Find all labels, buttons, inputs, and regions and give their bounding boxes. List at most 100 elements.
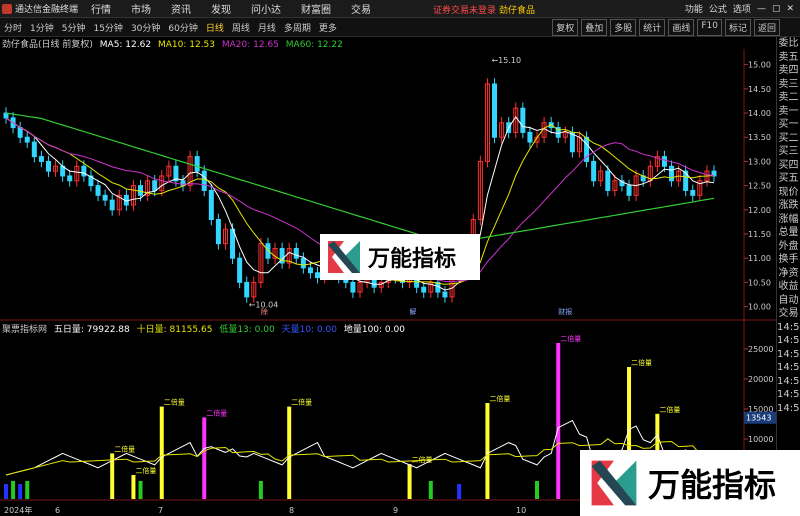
stats-button[interactable]: 统计 (639, 19, 666, 36)
app-title: 通达信金融终端 (15, 5, 79, 15)
volume-tick-label: 25000 (748, 345, 773, 354)
maximize-icon[interactable]: ▢ (772, 4, 781, 14)
period-tab[interactable]: 5分钟 (58, 21, 90, 34)
menu-trade[interactable]: 交易 (341, 1, 381, 16)
candle-body (81, 165, 87, 177)
current-volume-label: 13543 (746, 414, 771, 423)
price-tick-label: 14.00 (748, 109, 771, 118)
candle-body (31, 141, 37, 158)
draw-button[interactable]: 画线 (668, 19, 695, 36)
period-tab[interactable]: 更多 (315, 21, 341, 34)
watermark-center: 万能指标 (320, 234, 480, 280)
volume-tick-label: 20000 (748, 375, 773, 384)
volume-bar (428, 481, 433, 499)
side-label: 14:58 (777, 402, 800, 414)
back-button[interactable]: 返回 (753, 19, 780, 36)
candle-body (605, 170, 611, 191)
volume-bar (457, 484, 462, 499)
side-label: 外盘 (778, 240, 799, 252)
menu-function[interactable]: 功能 (685, 2, 703, 15)
event-label: 除 (261, 307, 268, 316)
candle-body (152, 180, 158, 191)
title-bar: 通达信金融终端 行情 市场 资讯 发现 问小达 财富圈 交易 证券交易未登录 劲… (0, 0, 800, 18)
price-tick-label: 12.50 (748, 182, 771, 191)
price-tick-label: 14.50 (748, 85, 771, 94)
candle-body (237, 257, 243, 283)
volume-bar (4, 484, 8, 499)
watermark-logo-icon (328, 241, 360, 273)
period-tab-active[interactable]: 日线 (202, 21, 228, 34)
f10-button[interactable]: F10 (697, 19, 722, 36)
side-label: 14:56 (777, 348, 800, 360)
app-logo-icon (2, 3, 12, 14)
period-tab[interactable]: 月线 (254, 21, 280, 34)
side-label: 买三 (778, 146, 799, 157)
watermark-corner: 万能指标 (580, 450, 800, 516)
side-label: 14:56 (777, 321, 800, 333)
candle-body (67, 175, 73, 182)
candle-body (661, 156, 667, 167)
adjust-button[interactable]: 复权 (552, 19, 579, 36)
menu-formula[interactable]: 公式 (709, 2, 727, 15)
period-tab[interactable]: 分时 (0, 21, 26, 34)
period-tab[interactable]: 周线 (228, 21, 254, 34)
indicator-name: 聚票指标网 (2, 325, 48, 335)
ten-day-volume: 十日量: 81155.65 (136, 325, 213, 335)
side-label: 14:57 (777, 375, 800, 387)
candle-body (17, 127, 23, 138)
menu-discover[interactable]: 发现 (201, 1, 241, 16)
volume-bar (287, 406, 292, 499)
close-icon[interactable]: ✕ (786, 4, 794, 14)
double-volume-label: 二倍量 (164, 398, 185, 407)
volume-bar (138, 481, 143, 499)
top-menu: 行情 市场 资讯 发现 问小达 财富圈 交易 (81, 1, 381, 16)
side-label: 换手 (778, 254, 799, 265)
period-tab[interactable]: 30分钟 (127, 21, 164, 34)
candle-body (690, 189, 696, 196)
candle-body (138, 185, 144, 196)
volume-bar (18, 484, 23, 499)
candle-body (350, 281, 356, 293)
period-tab[interactable]: 1分钟 (26, 21, 58, 34)
login-warning[interactable]: 证券交易未登录 (433, 3, 496, 16)
menu-news[interactable]: 资讯 (161, 1, 201, 16)
minimize-icon[interactable]: — (757, 4, 766, 14)
menu-market[interactable]: 行情 (81, 1, 121, 16)
side-label: 买二 (778, 132, 799, 144)
side-label: 卖二 (778, 92, 799, 103)
period-tab[interactable]: 60分钟 (164, 21, 201, 34)
date-tick-label: 6 (55, 506, 60, 515)
side-label: 卖一 (778, 105, 799, 117)
side-label: 委比 (778, 38, 799, 49)
candle-body (421, 286, 427, 293)
volume-info-bar: 聚票指标网 五日量: 79922.88 十日量: 81155.65 低量13: … (2, 322, 409, 335)
candle-body (293, 248, 299, 259)
ma20-value: MA20: 12.65 (221, 40, 279, 50)
high-price-label: ←15.10 (491, 56, 521, 65)
period-tab[interactable]: 15分钟 (89, 21, 126, 34)
side-label: 交易 (778, 308, 799, 319)
candle-body (194, 156, 200, 172)
five-day-volume: 五日量: 79922.88 (53, 325, 130, 335)
watermark-logo-icon (591, 460, 637, 506)
menu-ask[interactable]: 问小达 (241, 1, 291, 16)
menu-options[interactable]: 选项 (733, 2, 751, 15)
candle-body (230, 228, 236, 259)
ma60-value: MA60: 12.22 (285, 40, 343, 50)
side-label: 14:57 (777, 362, 800, 373)
menu-exchange[interactable]: 市场 (121, 1, 161, 16)
overlay-button[interactable]: 叠加 (581, 19, 608, 36)
event-label: 解 (410, 307, 417, 316)
side-label: 净资 (778, 267, 799, 279)
mark-button[interactable]: 标记 (724, 19, 751, 36)
multi-stock-button[interactable]: 多股 (610, 19, 637, 36)
candle-body (109, 199, 115, 211)
price-tick-label: 13.50 (748, 133, 771, 142)
double-volume-label: 二倍量 (489, 394, 510, 403)
menu-wealth[interactable]: 财富圈 (291, 1, 341, 16)
side-label: 自动 (778, 294, 799, 306)
candle-body (492, 83, 498, 138)
period-tab[interactable]: 多周期 (280, 21, 315, 34)
price-tick-label: 13.00 (748, 157, 771, 166)
app-window: 通达信金融终端 行情 市场 资讯 发现 问小达 财富圈 交易 证券交易未登录 劲… (0, 0, 800, 516)
